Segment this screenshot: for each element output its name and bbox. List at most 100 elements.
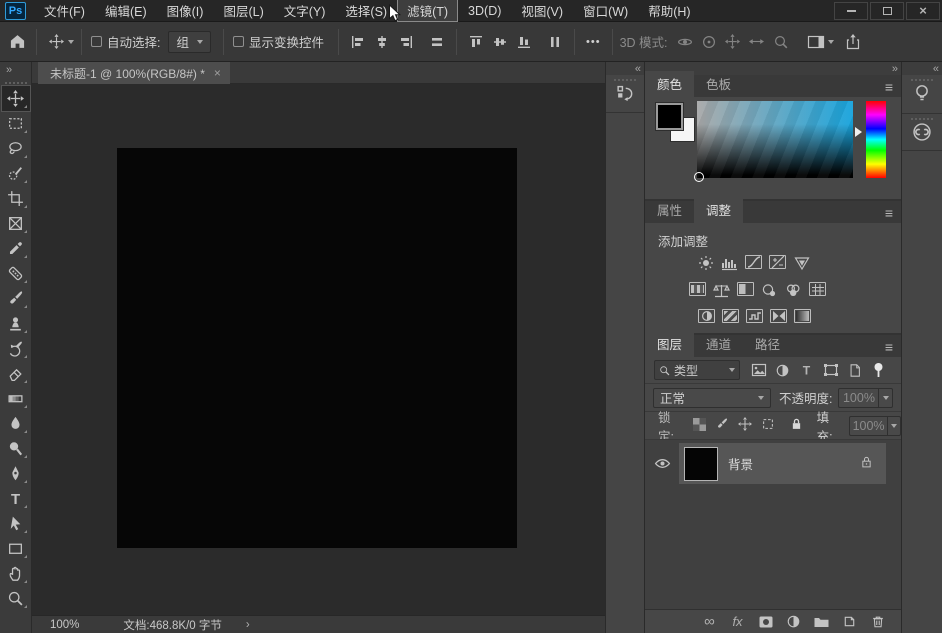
opacity-chevron[interactable] <box>879 387 894 408</box>
layer-row-background[interactable]: 背景 <box>645 443 901 484</box>
menu-view[interactable]: 视图(V) <box>511 0 573 22</box>
menu-filter[interactable]: 滤镜(T) <box>397 0 459 22</box>
hue-saturation-icon[interactable] <box>689 282 706 296</box>
close-button[interactable]: × <box>906 1 940 20</box>
levels-icon[interactable] <box>721 255 738 271</box>
tab-paths[interactable]: 路径 <box>743 331 792 357</box>
status-chevron-icon[interactable]: › <box>246 619 250 631</box>
3d-orbit-icon[interactable] <box>676 33 694 51</box>
layer-filter-dropdown[interactable]: 类型 <box>654 360 740 380</box>
adjustments-panel-menu-icon[interactable]: ≡ <box>885 206 893 220</box>
color-balance-icon[interactable] <box>713 282 730 298</box>
color-panel-menu-icon[interactable]: ≡ <box>885 80 893 94</box>
menu-file[interactable]: 文件(F) <box>34 0 95 22</box>
home-icon[interactable] <box>8 33 26 51</box>
3d-zoom-icon[interactable] <box>772 33 790 51</box>
pen-tool[interactable] <box>2 461 30 486</box>
gradient-map-icon[interactable] <box>770 309 787 323</box>
layer-style-fx-icon[interactable]: fx <box>729 613 746 630</box>
dodge-tool[interactable] <box>2 436 30 461</box>
3d-pan-icon[interactable] <box>724 33 742 51</box>
collapse-history-dock-icon[interactable]: « <box>635 63 641 75</box>
history-panel-icon[interactable] <box>606 84 644 106</box>
tab-channels[interactable]: 通道 <box>694 331 743 357</box>
hue-slider-arrow-icon[interactable] <box>855 127 862 137</box>
3d-slide-icon[interactable] <box>748 33 766 51</box>
new-layer-icon[interactable] <box>841 613 858 630</box>
minimize-button[interactable] <box>834 1 868 20</box>
eraser-tool[interactable] <box>2 361 30 386</box>
move-tool[interactable] <box>0 85 31 112</box>
delete-layer-trash-icon[interactable] <box>869 613 886 630</box>
fill-chevron[interactable] <box>887 415 901 436</box>
invert-icon[interactable] <box>698 309 715 323</box>
brightness-contrast-icon[interactable] <box>697 255 714 271</box>
zoom-tool[interactable] <box>2 586 30 611</box>
distribute-vertical-icon[interactable] <box>546 33 564 51</box>
distribute-horizontal-icon[interactable] <box>428 33 446 51</box>
auto-select-dropdown[interactable]: 组 <box>168 30 211 53</box>
menu-help[interactable]: 帮助(H) <box>638 0 700 22</box>
learn-dock-grip[interactable] <box>911 79 933 81</box>
foreground-color-swatch[interactable] <box>655 102 684 131</box>
history-brush-tool[interactable] <box>2 336 30 361</box>
black-white-icon[interactable] <box>737 282 754 296</box>
3d-roll-icon[interactable] <box>700 33 718 51</box>
tab-color[interactable]: 颜色 <box>645 71 695 97</box>
filter-smart-objects-icon[interactable] <box>846 362 863 379</box>
lasso-tool[interactable] <box>2 136 30 161</box>
lock-all-icon[interactable] <box>790 417 803 434</box>
collapse-right-dock-icon[interactable]: « <box>933 63 939 75</box>
tab-properties[interactable]: 属性 <box>645 197 694 223</box>
path-selection-tool[interactable] <box>2 511 30 536</box>
type-tool[interactable]: T <box>2 486 30 511</box>
align-left-icon[interactable] <box>349 33 367 51</box>
hand-tool[interactable] <box>2 561 30 586</box>
align-bottom-icon[interactable] <box>515 33 533 51</box>
curves-icon[interactable] <box>745 255 762 269</box>
menu-3d[interactable]: 3D(D) <box>458 2 511 20</box>
add-layer-mask-icon[interactable] <box>757 613 774 630</box>
toolbar-grip[interactable] <box>4 82 27 84</box>
layer-thumbnail[interactable] <box>684 446 718 481</box>
brush-tool[interactable] <box>2 286 30 311</box>
tab-swatches[interactable]: 色板 <box>694 71 743 97</box>
creative-cloud-libraries-icon[interactable] <box>911 123 933 145</box>
move-tool-preset-icon[interactable] <box>47 33 65 51</box>
clone-stamp-tool[interactable] <box>2 311 30 336</box>
layers-panel-menu-icon[interactable]: ≡ <box>885 340 893 354</box>
document-tab[interactable]: 未标题-1 @ 100%(RGB/8#) * × <box>38 62 230 84</box>
menu-edit[interactable]: 编辑(E) <box>95 0 157 22</box>
status-zoom-level[interactable]: 100% <box>50 619 79 631</box>
spot-healing-brush-tool[interactable] <box>2 261 30 286</box>
tab-close-icon[interactable]: × <box>214 66 221 80</box>
filter-shape-layers-icon[interactable] <box>822 362 839 379</box>
filter-pixel-layers-icon[interactable] <box>750 362 767 379</box>
selective-color-icon[interactable] <box>794 309 811 323</box>
hue-strip[interactable] <box>866 101 886 178</box>
auto-select-checkbox[interactable] <box>91 36 102 47</box>
document-canvas[interactable] <box>117 148 517 548</box>
align-middle-vertical-icon[interactable] <box>491 33 509 51</box>
preset-chevron-icon[interactable] <box>68 39 74 44</box>
lock-position-icon[interactable] <box>737 417 752 434</box>
filter-adjustment-layers-icon[interactable] <box>774 362 791 379</box>
menu-layer[interactable]: 图层(L) <box>213 0 273 22</box>
gradient-tool[interactable] <box>2 386 30 411</box>
rectangle-tool[interactable] <box>2 536 30 561</box>
frame-tool[interactable] <box>2 211 30 236</box>
align-top-icon[interactable] <box>467 33 485 51</box>
quick-selection-tool[interactable] <box>2 161 30 186</box>
align-center-horizontal-icon[interactable] <box>373 33 391 51</box>
threshold-icon[interactable] <box>746 309 763 323</box>
tab-layers[interactable]: 图层 <box>645 331 695 357</box>
color-lookup-icon[interactable] <box>809 282 826 296</box>
color-field-marker[interactable] <box>694 172 704 182</box>
opacity-value[interactable]: 100% <box>838 387 880 408</box>
layer-name[interactable]: 背景 <box>728 454 753 473</box>
learn-panel-lightbulb-icon[interactable] <box>912 85 932 108</box>
layer-visibility-eye-icon[interactable] <box>645 455 679 472</box>
filter-type-layers-icon[interactable]: T <box>798 362 815 379</box>
share-icon[interactable] <box>844 33 862 51</box>
workspace-switcher-icon[interactable] <box>807 33 825 51</box>
